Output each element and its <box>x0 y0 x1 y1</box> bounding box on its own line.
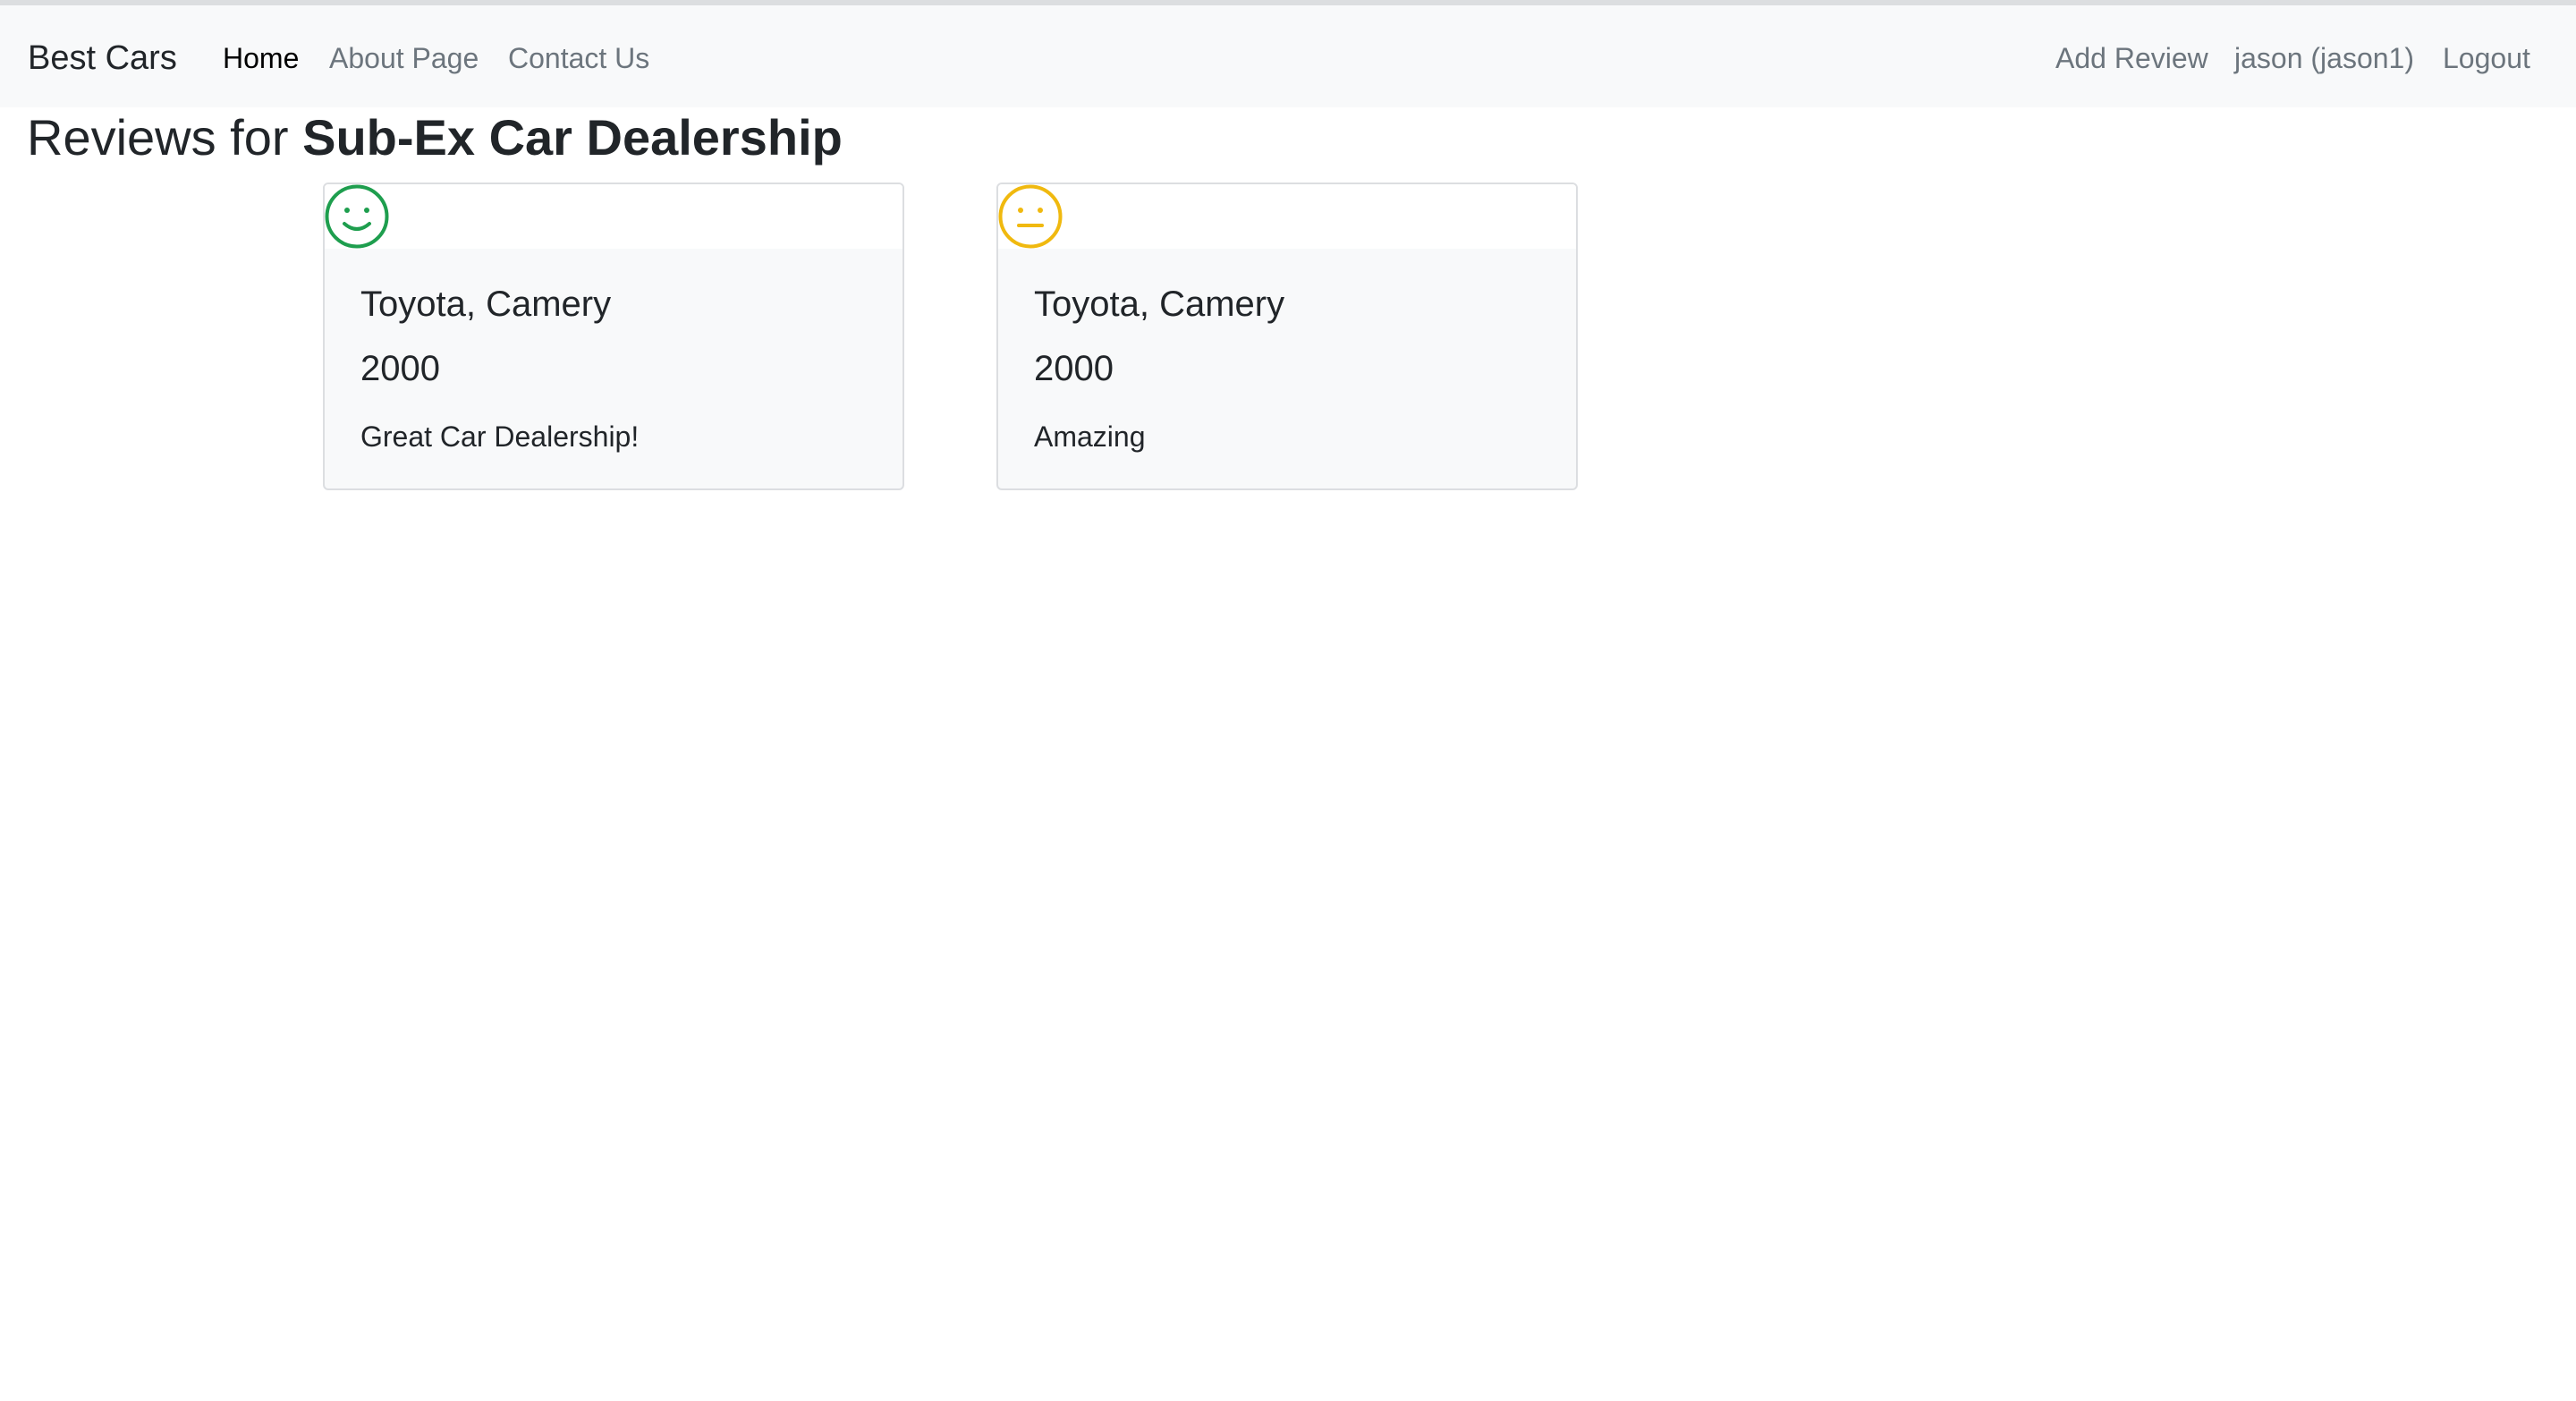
card-header <box>998 184 1576 249</box>
nav-about-link[interactable]: About Page <box>329 5 479 107</box>
brand-link[interactable]: Best Cars <box>28 5 177 107</box>
car-make-model: Toyota, Camery <box>1034 284 1285 324</box>
user-profile-link[interactable]: jason (jason1) <box>2234 5 2414 107</box>
page-title: Reviews for Sub-Ex Car Dealership <box>27 106 843 170</box>
review-card: Toyota, Camery 2000 Amazing <box>996 183 1578 490</box>
smiley-icon <box>325 184 389 249</box>
navbar: Best Cars Home About Page Contact Us Add… <box>0 5 2576 107</box>
nav-contact-link[interactable]: Contact Us <box>508 5 649 107</box>
review-text: Great Car Dealership! <box>360 420 640 453</box>
review-card: Toyota, Camery 2000 Great Car Dealership… <box>323 183 904 490</box>
dealer-name: Sub-Ex Car Dealership <box>302 109 843 166</box>
logout-link[interactable]: Logout <box>2443 5 2530 107</box>
page-title-prefix: Reviews for <box>27 109 303 166</box>
card-header <box>325 184 902 249</box>
car-year: 2000 <box>1034 349 1114 388</box>
add-review-link[interactable]: Add Review <box>2055 5 2208 107</box>
review-text: Amazing <box>1034 420 1146 453</box>
car-make-model: Toyota, Camery <box>360 284 612 324</box>
neutral-face-icon <box>998 184 1063 249</box>
car-year: 2000 <box>360 349 440 388</box>
nav-home-link[interactable]: Home <box>223 5 299 107</box>
